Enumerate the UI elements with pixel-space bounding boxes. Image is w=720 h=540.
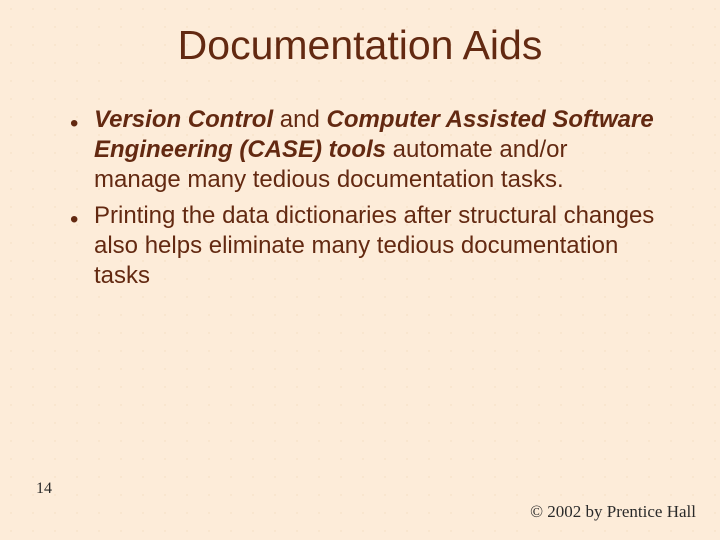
bullet-dot-icon: • (70, 109, 78, 139)
bullet-1-run-1: and (273, 106, 326, 133)
slide-body: • Version Control and Computer Assisted … (94, 105, 660, 291)
copyright: © 2002 by Prentice Hall (530, 502, 696, 522)
slide-title: Documentation Aids (0, 0, 720, 69)
bullet-dot-icon: • (70, 205, 78, 235)
bullet-1-run-0: Version Control (94, 106, 273, 133)
bullet-2: • Printing the data dictionaries after s… (94, 201, 660, 291)
bullet-1: • Version Control and Computer Assisted … (94, 105, 660, 195)
page-number: 14 (36, 480, 52, 498)
bullet-2-run-0: Printing the data dictionaries after str… (94, 202, 654, 289)
